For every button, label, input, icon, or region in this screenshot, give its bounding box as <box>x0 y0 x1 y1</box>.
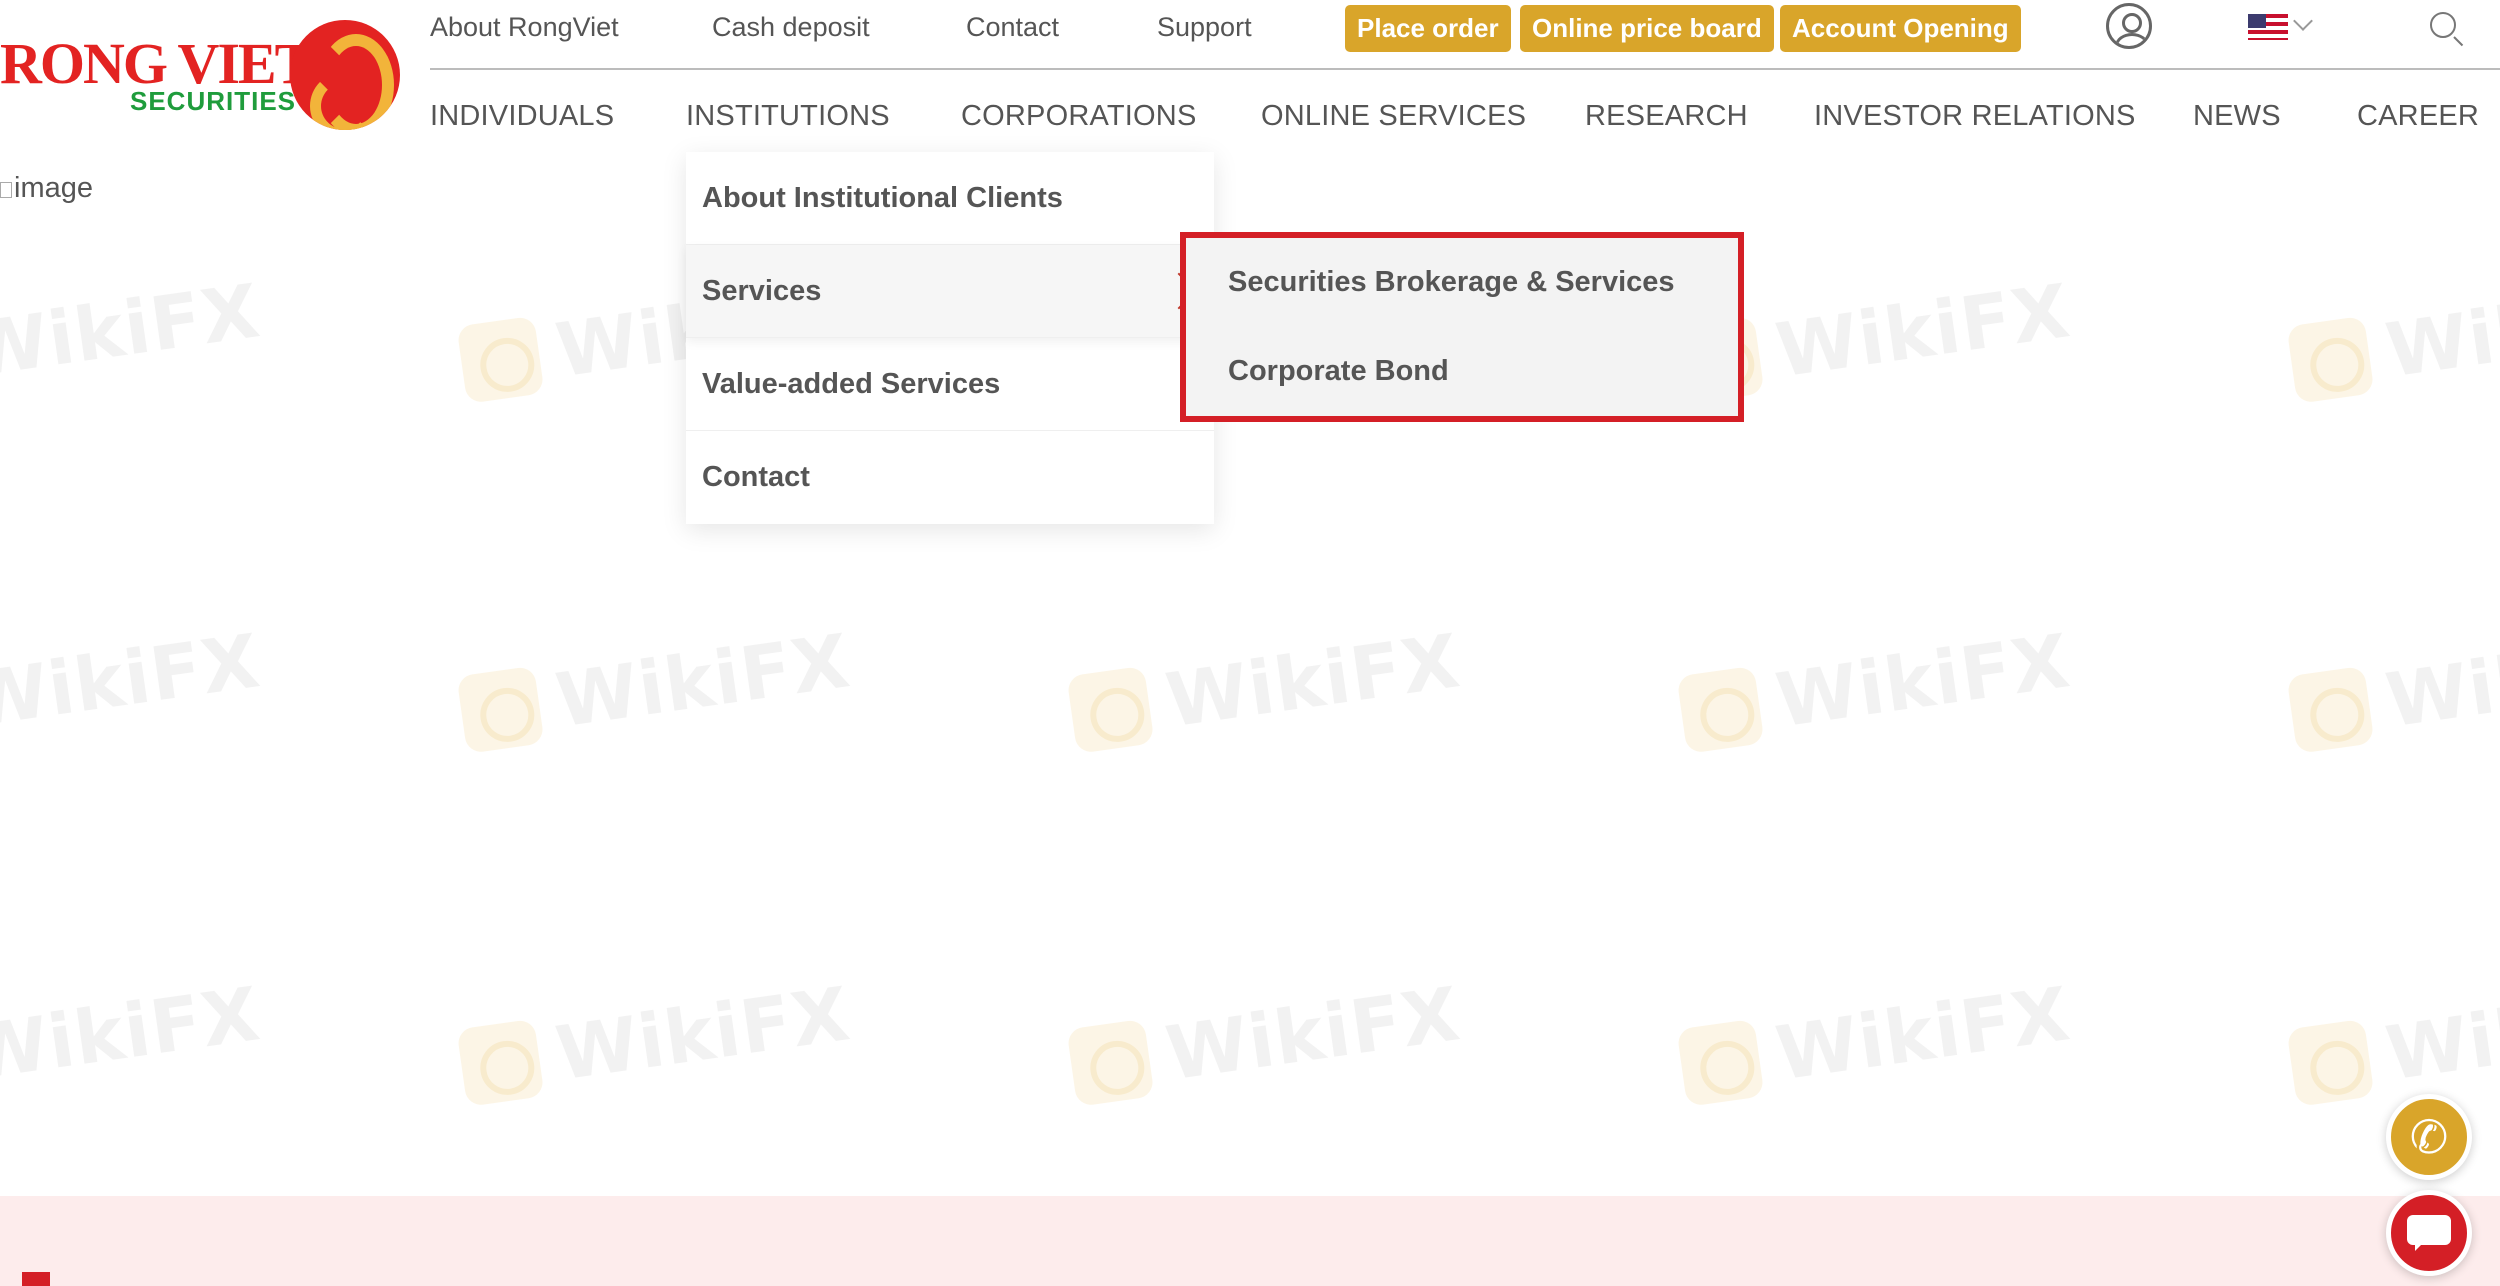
watermark-text: WikiFX <box>0 971 266 1098</box>
account-opening-button[interactable]: Account Opening <box>1780 5 2021 52</box>
wikifx-watermark: WikiFX <box>1066 971 1465 1111</box>
toplink-support[interactable]: Support <box>1157 12 1252 43</box>
phone-icon[interactable] <box>2386 1094 2472 1180</box>
services-submenu: Securities Brokerage & Services Corporat… <box>1180 232 1744 422</box>
watermark-text: WikiFX <box>2380 618 2500 745</box>
dropdown-item-label: About Institutional Clients <box>702 182 1063 214</box>
broken-image-icon <box>0 182 12 198</box>
submenu-item-securities-brokerage[interactable]: Securities Brokerage & Services <box>1186 238 1738 327</box>
online-price-board-button[interactable]: Online price board <box>1520 5 1774 52</box>
watermark-text: WikiFX <box>1770 971 2076 1098</box>
wikifx-logo-icon <box>456 1018 545 1107</box>
wikifx-logo-icon <box>2286 315 2375 404</box>
watermark-text: WikiFX <box>1160 971 1466 1098</box>
nav-online-services[interactable]: ONLINE SERVICES <box>1261 100 1526 133</box>
wikifx-logo-icon <box>2286 1018 2375 1107</box>
watermark-text: WikiFX <box>1770 618 2076 745</box>
nav-individuals[interactable]: INDIVIDUALS <box>430 100 614 133</box>
watermark-layer: WikiFX WikiFX WikiFX WikiFX WikiFX WikiFX Wiki… <box>0 0 2500 1286</box>
watermark-text: WikiFX <box>1770 268 2076 395</box>
footer-red-mark <box>22 1272 50 1286</box>
chat-icon[interactable] <box>2386 1190 2472 1276</box>
main-navigation: INDIVIDUALS INSTITUTIONS CORPORATIONS ON… <box>0 100 2500 140</box>
wikifx-watermark: WikiFX <box>2286 618 2500 758</box>
wikifx-watermark: WikiFX <box>456 618 855 758</box>
watermark-text: WikiFX <box>550 618 856 745</box>
nav-investor-relations[interactable]: INVESTOR RELATIONS <box>1814 100 2136 133</box>
footer-band <box>0 1196 2500 1286</box>
toplink-contact[interactable]: Contact <box>966 12 1059 43</box>
watermark-text: WikiFX <box>0 268 266 395</box>
nav-institutions[interactable]: INSTITUTIONS <box>686 100 890 133</box>
wikifx-logo-icon <box>1066 665 1155 754</box>
watermark-text: WikiFX <box>0 618 266 745</box>
us-flag-icon[interactable] <box>2248 14 2288 40</box>
wikifx-logo-icon <box>456 315 545 404</box>
place-order-button[interactable]: Place order <box>1345 5 1511 52</box>
wikifx-watermark: WikiFX <box>1066 618 1465 758</box>
watermark-text: WikiFX <box>550 971 856 1098</box>
dropdown-item-label: Services <box>702 275 822 307</box>
toplink-about-rongviet[interactable]: About RongViet <box>430 12 619 43</box>
nav-news[interactable]: NEWS <box>2193 100 2281 133</box>
submenu-item-corporate-bond[interactable]: Corporate Bond <box>1186 327 1738 416</box>
wikifx-watermark: WikiFX <box>1676 971 2075 1111</box>
broken-image-alt-text: image <box>14 172 93 204</box>
wikifx-watermark: WikiFX <box>456 971 855 1111</box>
wikifx-logo-icon <box>1066 1018 1155 1107</box>
wikifx-watermark: WikiFX <box>0 971 265 1111</box>
dropdown-item-label: Contact <box>702 461 810 493</box>
chevron-down-icon[interactable] <box>2293 11 2313 31</box>
toplink-cash-deposit[interactable]: Cash deposit <box>712 12 870 43</box>
dropdown-item-label: Value-added Services <box>702 368 1001 400</box>
wikifx-logo-icon <box>456 665 545 754</box>
watermark-text: WikiFX <box>2380 971 2500 1098</box>
watermark-text: WikiFX <box>1160 618 1466 745</box>
search-icon[interactable] <box>2430 12 2456 38</box>
wikifx-logo-icon <box>1676 665 1765 754</box>
broken-image: image <box>0 172 93 205</box>
top-utility-bar: About RongViet Cash deposit Contact Supp… <box>430 0 2500 70</box>
watermark-text: WikiFX <box>2380 268 2500 395</box>
nav-research[interactable]: RESEARCH <box>1585 100 1748 133</box>
wikifx-logo-icon <box>1676 1018 1765 1107</box>
dropdown-item-about-institutional-clients[interactable]: About Institutional Clients <box>686 152 1214 245</box>
nav-corporations[interactable]: CORPORATIONS <box>961 100 1197 133</box>
institutions-dropdown-menu: About Institutional Clients Services Val… <box>686 152 1214 524</box>
user-icon[interactable] <box>2106 3 2152 49</box>
wikifx-watermark: WikiFX <box>2286 971 2500 1111</box>
nav-career[interactable]: CAREER <box>2357 100 2479 133</box>
wikifx-watermark: WikiFX <box>0 618 265 758</box>
dropdown-item-contact[interactable]: Contact <box>686 431 1214 524</box>
dropdown-item-value-added-services[interactable]: Value-added Services <box>686 338 1214 431</box>
wikifx-watermark: WikiFX <box>2286 268 2500 408</box>
wikifx-watermark: WikiFX <box>1676 618 2075 758</box>
wikifx-logo-icon <box>2286 665 2375 754</box>
dropdown-item-services[interactable]: Services <box>686 245 1214 338</box>
wikifx-watermark: WikiFX <box>0 268 265 408</box>
